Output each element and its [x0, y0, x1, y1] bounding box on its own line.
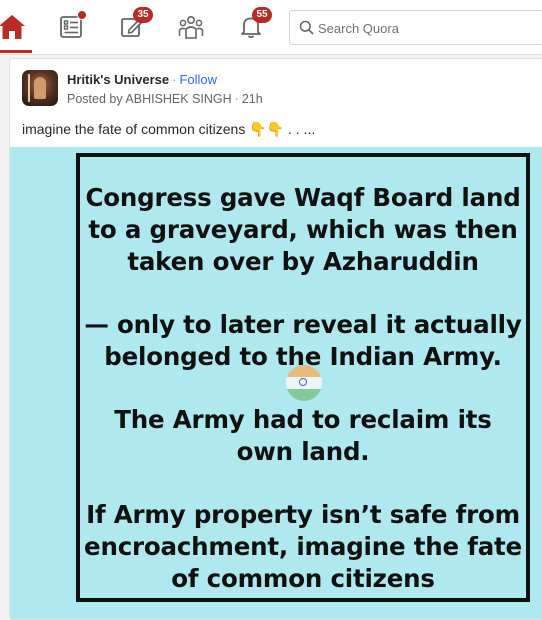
nav-notifications[interactable]: 55	[236, 7, 272, 42]
overflow-icon[interactable]	[538, 121, 542, 137]
image-text-line: — only to later reveal it actually	[84, 310, 522, 339]
posted-by-label: Posted by	[67, 92, 123, 106]
image-text-line: The Army had to reclaim its	[114, 405, 492, 434]
nav-answer[interactable]: 35	[117, 7, 153, 42]
image-text-line: encroachment, imagine the fate	[84, 532, 522, 561]
image-text-line: own land.	[236, 437, 370, 466]
home-icon	[0, 15, 25, 39]
notifications-badge: 55	[252, 7, 272, 23]
nav-spaces[interactable]	[176, 12, 206, 42]
search-box[interactable]	[289, 10, 542, 45]
answer-badge: 35	[133, 7, 153, 23]
image-text-line: to a graveyard, which was then	[88, 215, 518, 244]
post-image[interactable]: Congress gave Waqf Board land to a grave…	[10, 147, 542, 619]
separator-dot: ·	[172, 72, 177, 87]
nav-following[interactable]	[56, 10, 87, 42]
search-input[interactable]	[318, 19, 518, 37]
post-time[interactable]: 21h	[242, 92, 263, 106]
image-text-line: Congress gave Waqf Board land	[85, 183, 521, 212]
poster-name[interactable]: ABHISHEK SINGH	[125, 92, 231, 106]
notification-dot	[77, 10, 87, 20]
search-icon	[299, 20, 314, 35]
nav-home[interactable]	[0, 12, 27, 42]
post-meta: Posted by ABHISHEK SINGH · 21h	[67, 92, 263, 106]
author-name[interactable]: Hritik's Universe	[67, 72, 169, 87]
post-text-body: imagine the fate of common citizens	[22, 121, 246, 137]
image-text-line: taken over by Azharuddin	[127, 247, 479, 276]
author-line: Hritik's Universe · Follow	[67, 72, 217, 87]
top-nav: 35 55	[0, 0, 542, 55]
pointing-down-emoji: 👇👇	[249, 121, 285, 137]
separator-dot: ·	[234, 92, 239, 106]
author-avatar[interactable]	[22, 70, 58, 106]
post-card: Hritik's Universe · Follow Posted by ABHIS…	[9, 58, 542, 620]
post-text-trail: . . ...	[288, 121, 316, 137]
home-active-indicator	[0, 50, 32, 53]
image-text-line: of common citizens	[171, 564, 435, 593]
follow-button[interactable]: Follow	[179, 72, 217, 87]
spaces-people-icon	[178, 15, 204, 39]
indian-flag-icon	[286, 365, 322, 401]
image-text-line: If Army property isn’t safe from	[86, 500, 520, 529]
post-text: imagine the fate of common citizens 👇👇 .…	[22, 121, 315, 138]
